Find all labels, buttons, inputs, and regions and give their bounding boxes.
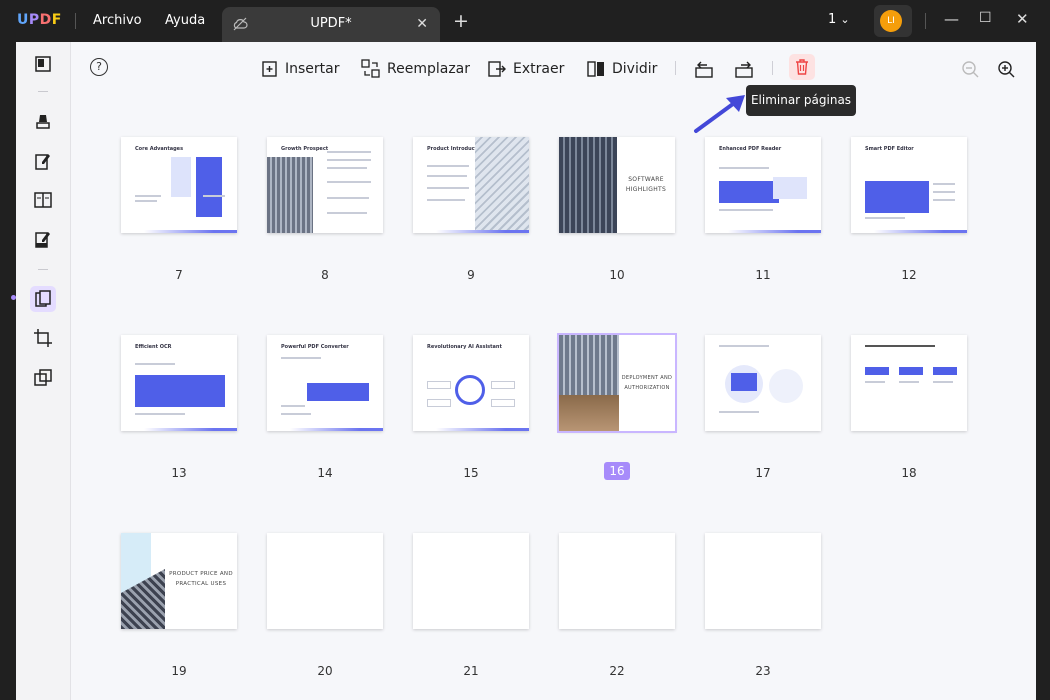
title-bar: UPDF Archivo Ayuda UPDF* ✕ + 1 ⌄ LI — ☐ … (0, 0, 1050, 42)
close-tab-icon[interactable]: ✕ (416, 16, 428, 32)
page-number: 14 (317, 466, 333, 480)
page-number: 9 (467, 268, 475, 282)
page-thumbnail[interactable]: Revolutionary AI Assistant (413, 335, 529, 431)
page-thumbnail[interactable] (413, 533, 529, 629)
extract-icon (488, 61, 506, 77)
active-indicator (11, 295, 16, 300)
page-thumbnail-selected[interactable]: DEPLOYMENT AND AUTHORIZATION (557, 333, 677, 433)
insert-button[interactable]: Insertar (261, 58, 340, 80)
page-thumbnail[interactable]: Enhanced PDF Reader (705, 137, 821, 233)
rotate-left-icon[interactable] (694, 60, 714, 78)
replace-icon (361, 59, 380, 78)
page-thumbnail[interactable] (705, 335, 821, 431)
split-icon (587, 61, 604, 77)
page-thumbnail[interactable]: SOFTWARE HIGHLIGHTS (559, 137, 675, 233)
page-thumbnail[interactable] (705, 533, 821, 629)
edit-pdf-icon[interactable] (33, 152, 53, 172)
page-thumbnail[interactable] (851, 335, 967, 431)
highlighter-icon[interactable] (33, 112, 53, 132)
page-number: 10 (609, 268, 625, 282)
page-thumbnail[interactable]: Powerful PDF Converter (267, 335, 383, 431)
divider (38, 269, 48, 270)
organize-pages-icon[interactable] (33, 289, 53, 309)
organize-toolbar: ? Insertar Reemplazar Extraer Dividir El… (71, 42, 1036, 133)
trash-icon[interactable] (793, 58, 811, 76)
sign-icon[interactable] (33, 230, 53, 250)
slide-caption: SOFTWARE HIGHLIGHTS (625, 176, 667, 193)
help-icon[interactable]: ? (90, 58, 108, 76)
split-button[interactable]: Dividir (586, 58, 657, 80)
page-number: 17 (755, 466, 771, 480)
maximize-icon[interactable]: ☐ (979, 10, 992, 26)
document-tab[interactable]: UPDF* ✕ (222, 7, 440, 42)
page-number: 20 (317, 664, 333, 678)
reader-icon[interactable] (33, 54, 53, 74)
page-number: 22 (609, 664, 625, 678)
zoom-out-icon[interactable] (961, 60, 979, 78)
tab-title: UPDF* (310, 16, 352, 31)
zoom-in-icon[interactable] (997, 60, 1015, 78)
new-tab-icon[interactable]: + (453, 10, 469, 32)
updf-logo: UPDF (17, 12, 62, 28)
page-thumbnail[interactable]: PRODUCT PRICE AND PRACTICAL USES (121, 533, 237, 629)
avatar: LI (880, 10, 902, 32)
page-number-selected: 16 (559, 462, 675, 480)
page-number: 18 (901, 466, 917, 480)
close-window-icon[interactable]: ✕ (1016, 10, 1029, 28)
page-thumbnail[interactable]: Core Advantages (121, 137, 237, 233)
page-thumbnail[interactable] (267, 533, 383, 629)
replace-label: Reemplazar (387, 61, 471, 77)
menu-archivo[interactable]: Archivo (93, 13, 142, 28)
page-thumbnail[interactable]: Growth Prospect (267, 137, 383, 233)
page-number: 7 (175, 268, 183, 282)
delete-pages-tooltip: Eliminar páginas (746, 85, 856, 116)
page-organizer: ? Insertar Reemplazar Extraer Dividir El… (71, 42, 1036, 700)
left-sidebar (11, 42, 71, 700)
divider (675, 61, 676, 75)
crop-icon[interactable] (33, 328, 53, 348)
divider (925, 13, 926, 29)
rotate-right-icon[interactable] (734, 60, 754, 78)
menu-ayuda[interactable]: Ayuda (165, 13, 205, 28)
page-number: 21 (463, 664, 479, 678)
insert-label: Insertar (285, 61, 340, 77)
page-number: 12 (901, 268, 917, 282)
extract-label: Extraer (513, 61, 565, 77)
page-thumbnail[interactable]: Efficient OCR (121, 335, 237, 431)
page-number: 15 (463, 466, 479, 480)
page-number: 13 (171, 466, 187, 480)
split-label: Dividir (612, 61, 658, 77)
divider (38, 91, 48, 92)
replace-button[interactable]: Reemplazar (361, 58, 470, 80)
pointer-arrow-icon (694, 95, 745, 133)
minimize-icon[interactable]: — (944, 10, 959, 28)
insert-icon (262, 61, 277, 77)
form-icon[interactable] (33, 190, 53, 210)
page-number: 19 (171, 664, 187, 678)
page-number: 8 (321, 268, 329, 282)
page-number: 23 (755, 664, 771, 678)
extract-button[interactable]: Extraer (487, 58, 564, 80)
page-thumbnail[interactable]: Smart PDF Editor (851, 137, 967, 233)
page-number: 11 (755, 268, 771, 282)
slide-caption: DEPLOYMENT AND AUTHORIZATION (621, 375, 673, 391)
divider (75, 13, 76, 29)
copy-pages-icon[interactable] (33, 368, 53, 388)
slide-caption: PRODUCT PRICE AND PRACTICAL USES (169, 571, 233, 587)
page-thumbnail[interactable] (559, 533, 675, 629)
page-indicator[interactable]: 1 ⌄ (828, 12, 850, 27)
divider (772, 61, 773, 75)
page-thumbnail[interactable]: Product Introduction (413, 137, 529, 233)
